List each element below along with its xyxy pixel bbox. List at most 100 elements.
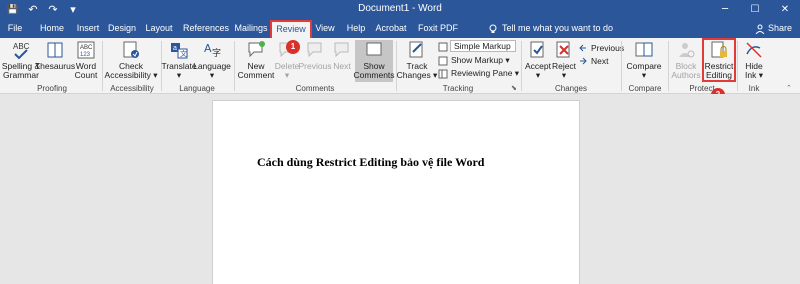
separator	[102, 41, 103, 91]
window-controls: ─ ☐ ✕	[710, 0, 800, 19]
share-button[interactable]: Share	[755, 19, 792, 38]
window-title: Document1 - Word	[358, 3, 442, 14]
svg-text:a: a	[173, 45, 177, 52]
tab-help[interactable]: Help	[345, 19, 367, 38]
spelling-grammar-button[interactable]: ABC Spelling & Grammar	[2, 40, 40, 80]
separator	[234, 41, 235, 91]
translate-icon: a文	[169, 40, 189, 60]
group-label-ink: Ink	[748, 84, 760, 93]
language-icon: A字	[202, 40, 222, 60]
tab-mailings[interactable]: Mailings	[233, 19, 269, 38]
block-authors-label: Block Authors	[671, 61, 701, 80]
language-button[interactable]: A字 Language ▾	[193, 40, 231, 80]
lightbulb-icon	[489, 24, 497, 33]
show-comments-label: Show Comments	[353, 61, 395, 80]
show-markup-label: Show Markup ▾	[451, 55, 510, 65]
markup-select[interactable]: Simple Markup	[450, 40, 516, 52]
track-changes-label: Track Changes ▾	[396, 61, 438, 80]
group-label-language: Language	[179, 84, 215, 93]
group-label-proofing: Proofing	[37, 84, 67, 93]
next-comment-button[interactable]: Next	[331, 40, 353, 71]
compare-icon	[634, 40, 654, 60]
tracking-launcher-icon[interactable]: ⬊	[511, 84, 517, 92]
block-authors-icon	[676, 40, 696, 60]
minimize-button[interactable]: ─	[710, 0, 740, 19]
block-authors-button[interactable]: Block Authors	[671, 40, 701, 80]
hide-ink-icon	[744, 40, 764, 60]
ribbon: ABC Spelling & Grammar Thesaurus ABC 123 …	[0, 38, 800, 94]
reviewing-pane-icon	[438, 69, 448, 78]
step-badge-1: 1	[286, 40, 300, 54]
tell-me-box[interactable]: Tell me what you want to do	[488, 19, 613, 38]
document-heading[interactable]: Cách dùng Restrict Editing bảo vệ file W…	[257, 155, 484, 170]
tab-acrobat[interactable]: Acrobat	[374, 19, 408, 38]
svg-text:A: A	[204, 42, 212, 55]
maximize-button[interactable]: ☐	[740, 0, 770, 19]
document-page[interactable]: Cách dùng Restrict Editing bảo vệ file W…	[212, 100, 580, 284]
translate-label: Translate ▾	[161, 61, 197, 80]
person-icon	[755, 24, 765, 34]
compare-label: Compare ▾	[626, 61, 662, 80]
close-button[interactable]: ✕	[770, 0, 800, 19]
thesaurus-label: Thesaurus	[34, 61, 76, 71]
word-count-label: Word Count	[74, 61, 98, 80]
thesaurus-button[interactable]: Thesaurus	[34, 40, 76, 71]
show-comments-button[interactable]: Show Comments	[353, 40, 395, 82]
tab-insert[interactable]: Insert	[74, 19, 102, 38]
track-changes-button[interactable]: Track Changes ▾	[397, 40, 437, 80]
spelling-icon: ABC	[11, 40, 31, 60]
tab-foxit-pdf[interactable]: Foxit PDF	[418, 19, 458, 38]
tab-view[interactable]: View	[314, 19, 336, 38]
group-label-changes: Changes	[554, 84, 588, 93]
accept-label: Accept ▾	[525, 61, 551, 80]
previous-change-label: Previous	[591, 42, 625, 53]
separator	[521, 41, 522, 91]
accept-button[interactable]: Accept ▾	[525, 40, 551, 80]
ribbon-tabs: File Home Insert Design Layout Reference…	[0, 19, 800, 40]
svg-text:字: 字	[212, 47, 221, 59]
previous-comment-button[interactable]: Previous	[298, 40, 332, 71]
word-count-button[interactable]: ABC 123 Word Count	[72, 40, 100, 80]
previous-change-button[interactable]: Previous	[578, 42, 624, 53]
word-count-icon: ABC 123	[76, 40, 96, 60]
previous-comment-icon	[305, 40, 325, 60]
svg-text:ABC: ABC	[13, 42, 30, 51]
hide-ink-button[interactable]: Hide Ink ▾	[741, 40, 767, 80]
previous-change-icon	[579, 44, 586, 51]
next-change-button[interactable]: Next	[578, 55, 608, 66]
tab-references[interactable]: References	[183, 19, 229, 38]
tell-me-label: Tell me what you want to do	[502, 23, 614, 33]
new-comment-icon	[246, 40, 266, 60]
svg-text:文: 文	[180, 49, 187, 58]
tab-design[interactable]: Design	[108, 19, 136, 38]
compare-button[interactable]: Compare ▾	[626, 40, 662, 80]
hide-ink-label: Hide Ink ▾	[745, 61, 763, 80]
group-label-accessibility: Accessibility	[110, 84, 154, 93]
markup-select-row	[438, 41, 448, 52]
new-comment-button[interactable]: New Comment	[238, 40, 274, 80]
reviewing-pane-button[interactable]: Reviewing Pane ▾	[438, 68, 519, 79]
group-label-compare: Compare	[628, 84, 662, 93]
delete-comment-label: Delete ▾	[274, 61, 300, 80]
language-label: Language ▾	[193, 61, 231, 80]
group-label-comments: Comments	[295, 84, 335, 93]
share-label: Share	[767, 23, 792, 33]
show-markup-button[interactable]: Show Markup ▾	[438, 55, 510, 66]
tab-home[interactable]: Home	[38, 19, 66, 38]
collapse-ribbon-icon[interactable]: ⌃	[786, 84, 792, 92]
next-comment-icon	[332, 40, 352, 60]
translate-button[interactable]: a文 Translate ▾	[161, 40, 197, 80]
title-bar: 💾 ↶ ↷ ▾ Document1 - Word ─ ☐ ✕	[0, 0, 800, 19]
tab-layout[interactable]: Layout	[145, 19, 173, 38]
group-label-tracking: Tracking	[442, 84, 474, 93]
tab-file[interactable]: File	[4, 19, 26, 38]
next-change-icon	[580, 57, 587, 64]
book-icon	[45, 40, 65, 60]
reject-icon	[554, 40, 574, 60]
reject-button[interactable]: Reject ▾	[552, 40, 576, 80]
tab-review[interactable]: Review	[270, 20, 312, 40]
separator	[668, 41, 669, 91]
markup-icon	[438, 42, 448, 51]
svg-text:123: 123	[80, 52, 91, 58]
check-accessibility-button[interactable]: Check Accessibility ▾	[105, 40, 157, 80]
